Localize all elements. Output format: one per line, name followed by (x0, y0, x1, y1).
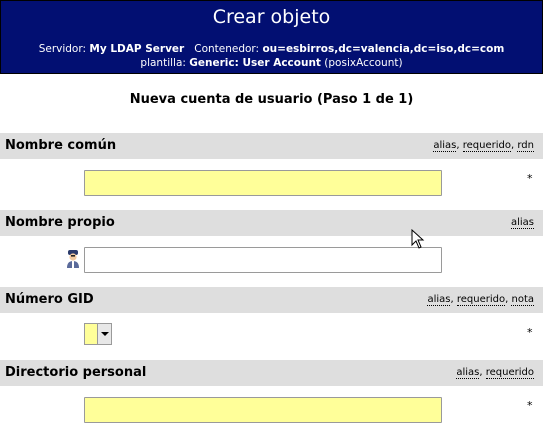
flag-nota[interactable]: nota (511, 294, 534, 306)
header-info: Servidor: My LDAP Server Contenedor: ou=… (1, 42, 542, 70)
container-value: ou=esbirros,dc=valencia,dc=iso,dc=com (262, 43, 505, 55)
section-nombre-comun: Nombre común alias, requerido, rdn (0, 133, 543, 159)
field-label-directorio-personal: Directorio personal (5, 365, 147, 380)
field-flags-numero-gid: alias, requerido, nota (427, 294, 534, 306)
section-directorio-personal: Directorio personal alias, requerido (0, 360, 543, 386)
flag-alias[interactable]: alias (433, 140, 457, 152)
page-header: Crear objeto Servidor: My LDAP Server Co… (0, 0, 543, 74)
field-flags-nombre-propio: alias (510, 217, 534, 229)
section-numero-gid: Número GID alias, requerido, nota (0, 287, 543, 313)
flag-requerido[interactable]: requerido (485, 367, 534, 379)
flag-requerido[interactable]: requerido (462, 140, 511, 152)
field-label-nombre-comun: Nombre común (5, 138, 117, 153)
field-label-nombre-propio: Nombre propio (5, 215, 115, 230)
flag-requerido[interactable]: requerido (456, 294, 506, 306)
required-marker: * (527, 326, 533, 339)
container-label: Contenedor: (194, 43, 260, 55)
flag-alias[interactable]: alias (427, 294, 451, 306)
flag-rdn[interactable]: rdn (517, 140, 534, 152)
nombre-propio-input[interactable] (84, 247, 442, 273)
field-flags-nombre-comun: alias, requerido, rdn (433, 140, 534, 152)
field-flags-directorio-personal: alias, requerido (456, 367, 534, 379)
flag-alias[interactable]: alias (456, 367, 480, 379)
server-value: My LDAP Server (89, 43, 185, 55)
server-label: Servidor: (38, 43, 87, 55)
chevron-down-icon[interactable] (97, 324, 111, 344)
mouse-cursor-icon (411, 229, 425, 249)
field-label-numero-gid: Número GID (5, 292, 94, 307)
flag-alias[interactable]: alias (510, 217, 534, 229)
template-value: Generic: User Account (189, 57, 321, 69)
section-nombre-propio: Nombre propio alias (0, 210, 543, 236)
form-subtitle: Nueva cuenta de usuario (Paso 1 de 1) (129, 92, 414, 107)
required-marker: * (527, 399, 533, 412)
directorio-personal-input[interactable] (84, 397, 442, 423)
page-title: Crear objeto (212, 6, 331, 28)
template-extra: (posixAccount) (324, 57, 403, 69)
template-label: plantilla: (140, 57, 186, 69)
required-marker: * (527, 172, 533, 185)
gid-select[interactable] (84, 323, 112, 345)
person-icon (67, 250, 79, 268)
nombre-comun-input[interactable] (84, 170, 442, 196)
